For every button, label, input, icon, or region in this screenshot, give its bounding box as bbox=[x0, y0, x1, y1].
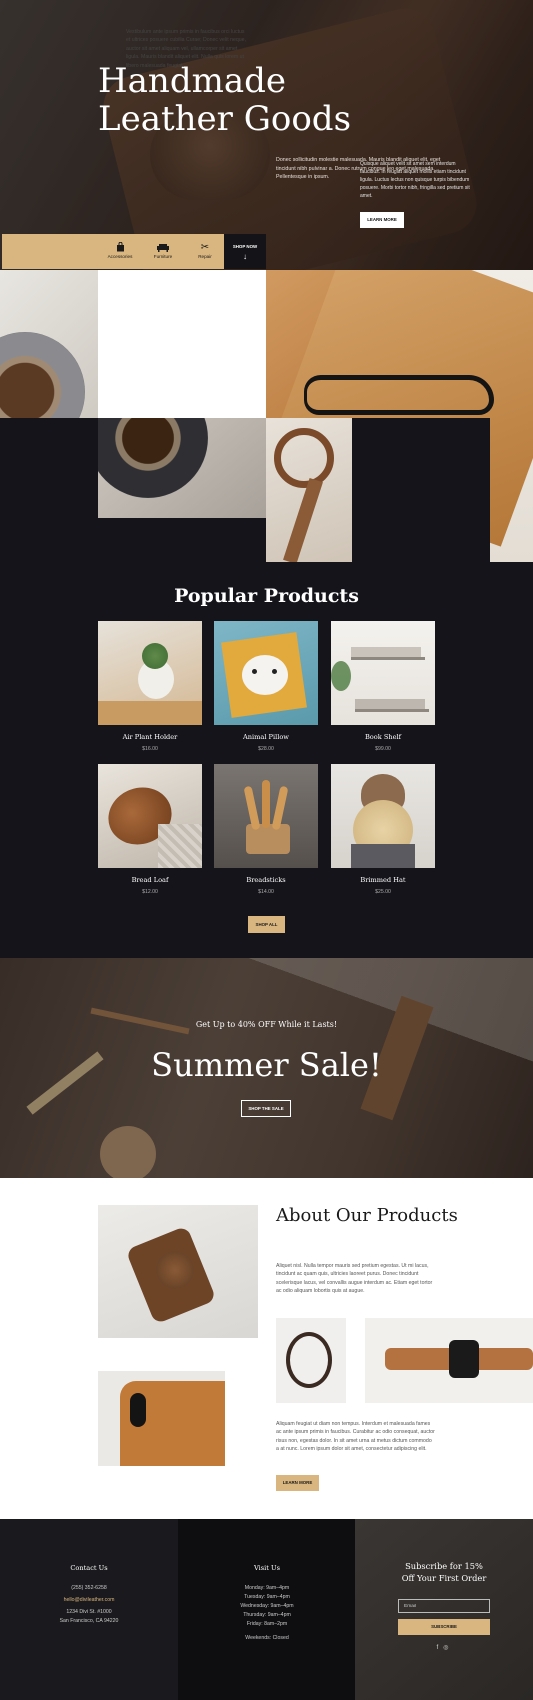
product-image bbox=[214, 621, 318, 725]
leather-watch-strap-image bbox=[365, 1318, 533, 1403]
product-card[interactable]: Brimmed Hat $25.00 bbox=[331, 764, 435, 895]
coffee-cup-closeup-image bbox=[98, 418, 266, 518]
product-name: Bread Loaf bbox=[131, 876, 169, 884]
sofa-icon bbox=[143, 242, 183, 254]
instagram-icon[interactable]: ◎ bbox=[443, 1645, 453, 1651]
product-image bbox=[331, 621, 435, 725]
product-image bbox=[214, 764, 318, 868]
product-price: $25.00 bbox=[375, 889, 391, 895]
popular-products-title: Popular Products bbox=[174, 585, 359, 607]
footer-visit-column: Visit Us Monday: 9am–4pm Tuesday: 9am–4p… bbox=[178, 1519, 355, 1700]
social-links: f◎ bbox=[430, 1644, 460, 1651]
product-name: Brimmed Hat bbox=[360, 876, 406, 884]
category-label: Accessories bbox=[107, 254, 133, 259]
about-paragraph-1: Aliquet nisl. Nulla tempor mauris sed pr… bbox=[276, 1263, 433, 1295]
intro-text: Vestibulum ante ipsum primis in faucibus… bbox=[126, 29, 246, 69]
product-price: $99.00 bbox=[375, 746, 391, 752]
shop-now-button[interactable]: SHOP NOW ↓ bbox=[224, 234, 266, 269]
subscribe-button[interactable]: SUBSCRIBE bbox=[398, 1619, 490, 1635]
coffee-cup-image bbox=[0, 270, 98, 418]
email-input[interactable] bbox=[398, 1599, 490, 1613]
product-name: Breadsticks bbox=[246, 876, 286, 884]
product-price: $28.00 bbox=[258, 746, 274, 752]
product-image bbox=[98, 621, 202, 725]
contact-phone[interactable]: (255) 352-6258 bbox=[0, 1585, 178, 1591]
product-card[interactable]: Animal Pillow $28.00 bbox=[214, 621, 318, 752]
about-learn-more-button[interactable]: LEARN MORE bbox=[276, 1475, 319, 1491]
learn-more-button[interactable]: LEARN MORE bbox=[360, 212, 404, 228]
footer-contact-column: Contact Us (255) 352-6258 hello@divileat… bbox=[0, 1519, 178, 1700]
hours-line: Tuesday: 9am–4pm bbox=[244, 1594, 290, 1600]
about-section bbox=[0, 1178, 533, 1519]
hours-line: Friday: 8am–2pm bbox=[246, 1621, 288, 1627]
bag-icon bbox=[100, 241, 140, 254]
category-label: Furniture bbox=[153, 254, 173, 259]
dark-card-text: Quisque aliquet velit sit amet sem inter… bbox=[360, 161, 470, 199]
product-name: Air Plant Holder bbox=[122, 733, 178, 741]
product-card[interactable]: Air Plant Holder $16.00 bbox=[98, 621, 202, 752]
leather-wallet-image bbox=[98, 1205, 258, 1338]
about-title: About Our Products bbox=[276, 1205, 458, 1226]
subscribe-title: Subscribe for 15% Off Your First Order bbox=[401, 1561, 487, 1583]
shop-the-sale-button[interactable]: SHOP THE SALE bbox=[241, 1100, 291, 1117]
category-label: Repair bbox=[198, 254, 212, 259]
leather-cords-image bbox=[266, 418, 352, 562]
product-image bbox=[331, 764, 435, 868]
contact-title: Contact Us bbox=[70, 1564, 108, 1572]
category-furniture[interactable]: Furniture bbox=[143, 242, 183, 259]
product-name: Book Shelf bbox=[364, 733, 402, 741]
leather-phone-case-image bbox=[98, 1371, 225, 1466]
product-card[interactable]: Breadsticks $14.00 bbox=[214, 764, 318, 895]
contact-address-1: 1234 Divi St. #1000 bbox=[66, 1609, 112, 1615]
category-repair[interactable]: ✂ Repair bbox=[185, 242, 225, 259]
product-price: $12.00 bbox=[142, 889, 158, 895]
visit-title: Visit Us bbox=[254, 1564, 280, 1572]
contact-email-link[interactable]: hello@divileather.com bbox=[0, 1597, 178, 1603]
dark-info-card bbox=[352, 418, 490, 562]
weekend-hours: Weekends: Closed bbox=[245, 1635, 289, 1641]
shop-all-button[interactable]: SHOP ALL bbox=[248, 916, 285, 933]
collage-section bbox=[0, 270, 533, 562]
leather-belt-image bbox=[276, 1318, 346, 1403]
about-paragraph-2: Aliquam feugiat ut diam non tempus. Inte… bbox=[276, 1421, 435, 1453]
product-price: $16.00 bbox=[142, 746, 158, 752]
scissors-icon: ✂ bbox=[200, 242, 210, 253]
contact-address-2: San Francisco, CA 94220 bbox=[59, 1618, 119, 1624]
hours-line: Monday: 9am–4pm bbox=[244, 1585, 290, 1591]
arrow-down-icon: ↓ bbox=[243, 252, 247, 261]
intro-card bbox=[98, 270, 266, 418]
sale-subtitle: Get Up to 40% OFF While it Lasts! bbox=[195, 1020, 338, 1029]
product-image bbox=[98, 764, 202, 868]
hours-line: Thursday: 9am–4pm bbox=[243, 1612, 291, 1618]
product-card[interactable]: Bread Loaf $12.00 bbox=[98, 764, 202, 895]
category-accessories[interactable]: Accessories bbox=[100, 241, 140, 259]
category-bar: Accessories Furniture ✂ Repair bbox=[2, 234, 224, 269]
hours-line: Wednesday: 9am–4pm bbox=[240, 1603, 294, 1609]
product-price: $14.00 bbox=[258, 889, 274, 895]
sale-title: Summer Sale! bbox=[151, 1046, 382, 1084]
hero-title: Handmade Leather Goods bbox=[98, 61, 352, 139]
product-card[interactable]: Book Shelf $99.00 bbox=[331, 621, 435, 752]
product-name: Animal Pillow bbox=[243, 733, 289, 741]
shop-now-label: SHOP NOW bbox=[232, 244, 258, 249]
